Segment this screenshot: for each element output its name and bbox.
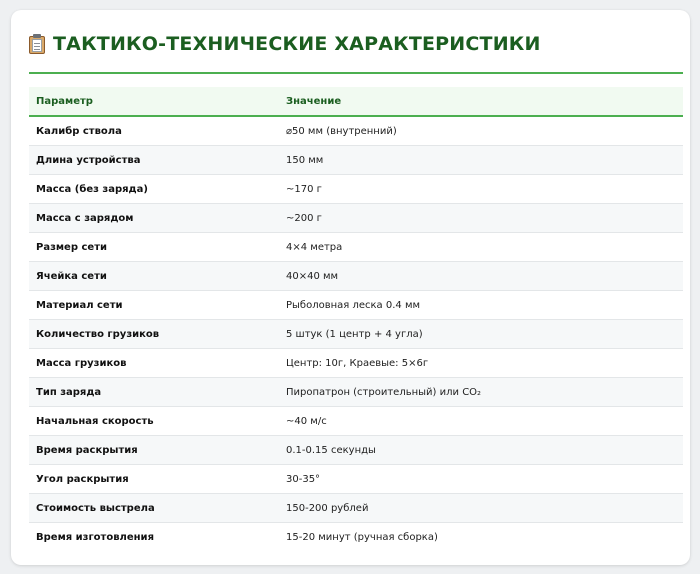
table-row: Время изготовления 15-20 минут (ручная с… <box>29 523 683 552</box>
value-cell: 150 мм <box>279 145 683 175</box>
table-row: Количество грузиков 5 штук (1 центр + 4 … <box>29 319 683 349</box>
param-cell: Время изготовления <box>36 531 154 543</box>
table-row: Начальная скорость ~40 м/с <box>29 406 683 436</box>
param-cell: Масса (без заряда) <box>29 174 279 204</box>
column-header-value: Значение <box>279 87 683 117</box>
section-title: ТАКТИКО-ТЕХНИЧЕСКИЕ ХАРАКТЕРИСТИКИ <box>53 33 541 55</box>
table-row: Масса (без заряда) ~170 г <box>29 174 683 204</box>
param-cell: Тип заряда <box>29 377 279 407</box>
param-cell: Длина устройства <box>29 145 279 175</box>
value-cell: Пиропатрон (строительный) или CO₂ <box>279 377 683 407</box>
table-row: Масса грузиков Центр: 10г, Краевые: 5×6г <box>29 348 683 378</box>
value-cell: Рыболовная леска 0.4 мм <box>279 290 683 320</box>
param-cell: Начальная скорость <box>29 406 279 436</box>
value-cell: ~200 г <box>279 203 683 233</box>
param-cell: Стоимость выстрела <box>29 493 279 523</box>
value-cell: 15-20 минут (ручная сборка) <box>286 531 438 543</box>
table-row: Длина устройства 150 мм <box>29 145 683 175</box>
table-row: Размер сети 4×4 метра <box>29 232 683 262</box>
table-row: Ячейка сети 40×40 мм <box>29 261 683 291</box>
specs-card: ТАКТИКО-ТЕХНИЧЕСКИЕ ХАРАКТЕРИСТИКИ Парам… <box>11 10 690 565</box>
value-cell: Центр: 10г, Краевые: 5×6г <box>279 348 683 378</box>
param-cell: Количество грузиков <box>29 319 279 349</box>
value-cell: 30-35° <box>279 464 683 494</box>
table-row: Материал сети Рыболовная леска 0.4 мм <box>29 290 683 320</box>
table-row: Время раскрытия 0.1-0.15 секунды <box>29 435 683 465</box>
section-header: ТАКТИКО-ТЕХНИЧЕСКИЕ ХАРАКТЕРИСТИКИ <box>29 30 541 58</box>
param-cell: Размер сети <box>29 232 279 262</box>
specs-table: Параметр Значение Калибр ствола ⌀50 мм (… <box>29 87 683 551</box>
param-cell: Время раскрытия <box>29 435 279 465</box>
param-cell: Ячейка сети <box>29 261 279 291</box>
table-row: Масса с зарядом ~200 г <box>29 203 683 233</box>
param-cell: Масса грузиков <box>29 348 279 378</box>
param-cell: Масса с зарядом <box>29 203 279 233</box>
title-divider <box>29 72 683 74</box>
table-row: Угол раскрытия 30-35° <box>29 464 683 494</box>
value-cell: ~40 м/с <box>279 406 683 436</box>
clipboard-icon <box>29 34 45 54</box>
param-cell: Калибр ствола <box>29 116 279 146</box>
table-row: Тип заряда Пиропатрон (строительный) или… <box>29 377 683 407</box>
table-header-row: Параметр Значение <box>29 87 683 117</box>
column-header-parameter: Параметр <box>29 87 279 117</box>
value-cell: ~170 г <box>279 174 683 204</box>
value-cell: 4×4 метра <box>279 232 683 262</box>
value-cell: ⌀50 мм (внутренний) <box>279 116 683 146</box>
param-cell: Материал сети <box>29 290 279 320</box>
value-cell: 5 штук (1 центр + 4 угла) <box>279 319 683 349</box>
value-cell: 40×40 мм <box>279 261 683 291</box>
param-cell: Угол раскрытия <box>29 464 279 494</box>
value-cell: 0.1-0.15 секунды <box>279 435 683 465</box>
table-row: Калибр ствола ⌀50 мм (внутренний) <box>29 116 683 146</box>
value-cell: 150-200 рублей <box>279 493 683 523</box>
table-row: Стоимость выстрела 150-200 рублей <box>29 493 683 523</box>
